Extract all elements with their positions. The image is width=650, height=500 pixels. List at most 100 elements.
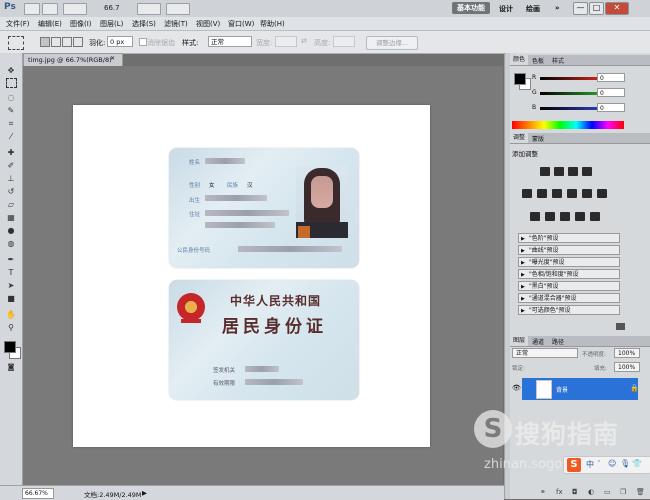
- refine-edge-button[interactable]: 调整边缘...: [366, 36, 418, 50]
- antialias-checkbox[interactable]: [139, 38, 147, 46]
- gradient-tool-icon[interactable]: ▦: [5, 212, 17, 223]
- workspace-more-icon[interactable]: »: [555, 4, 560, 12]
- vibrance-icon[interactable]: [522, 189, 532, 198]
- layer-row-background[interactable]: 背景 🔒: [522, 378, 639, 400]
- green-value[interactable]: 0: [597, 88, 625, 97]
- feather-input[interactable]: 0 px: [107, 36, 133, 47]
- width-input[interactable]: [275, 36, 297, 47]
- menu-filter[interactable]: 滤镜(T): [164, 19, 188, 29]
- red-slider[interactable]: [540, 77, 604, 80]
- workspace-painting-button[interactable]: 绘画: [526, 4, 540, 14]
- minimize-button[interactable]: —: [573, 2, 588, 15]
- marquee-tool-icon[interactable]: [6, 78, 17, 88]
- preset-levels[interactable]: "色阶"预设: [518, 233, 620, 244]
- path-selection-tool-icon[interactable]: ➤: [5, 280, 17, 291]
- menu-window[interactable]: 窗口(W): [228, 19, 254, 29]
- ime-skin-icon[interactable]: 👕: [632, 459, 642, 468]
- restore-button[interactable]: □: [589, 2, 604, 15]
- zoom-tool-icon[interactable]: ⚲: [5, 322, 17, 333]
- blue-value[interactable]: 0: [597, 103, 625, 112]
- preset-black-white[interactable]: "黑白"预设: [518, 281, 620, 292]
- tab-paths[interactable]: 路径: [552, 337, 564, 346]
- opacity-input[interactable]: 100%: [614, 348, 640, 358]
- preset-selective-color[interactable]: "可选颜色"预设: [518, 305, 620, 316]
- blend-mode-select[interactable]: 正常: [512, 348, 578, 358]
- layer-visibility-icon[interactable]: 👁: [512, 384, 521, 392]
- levels-icon[interactable]: [554, 167, 564, 176]
- sogou-ime-icon[interactable]: S: [567, 458, 581, 472]
- exposure-icon[interactable]: [582, 167, 592, 176]
- channel-mixer-icon[interactable]: [597, 189, 607, 198]
- brightness-contrast-icon[interactable]: [540, 167, 550, 176]
- new-adjustment-icon[interactable]: ◐: [588, 488, 594, 496]
- tab-adjustments[interactable]: 调整: [510, 133, 529, 143]
- blue-slider[interactable]: [540, 107, 604, 110]
- new-layer-icon[interactable]: ❐: [620, 488, 626, 496]
- clip-to-layer-icon[interactable]: [616, 323, 625, 330]
- rectangle-tool-icon[interactable]: ■: [5, 293, 17, 304]
- screen-mode-dropdown[interactable]: [166, 3, 190, 15]
- spot-healing-tool-icon[interactable]: ✚: [5, 147, 17, 158]
- tab-styles[interactable]: 样式: [552, 56, 564, 65]
- new-group-icon[interactable]: ▭: [604, 488, 611, 496]
- ime-toolbar[interactable]: S 中 ʾ ☺ 🎙 👕: [563, 456, 650, 474]
- subtract-selection-icon[interactable]: [62, 37, 72, 47]
- move-tool-icon[interactable]: ✥: [5, 65, 17, 76]
- preset-channel-mixer[interactable]: "通道混合器"预设: [518, 293, 620, 304]
- preset-curves[interactable]: "曲线"预设: [518, 245, 620, 256]
- menu-image[interactable]: 图像(I): [70, 19, 92, 29]
- curves-icon[interactable]: [568, 167, 578, 176]
- history-brush-tool-icon[interactable]: ↺: [5, 186, 17, 197]
- eraser-tool-icon[interactable]: ▱: [5, 199, 17, 210]
- pen-tool-icon[interactable]: ✒: [5, 254, 17, 265]
- ime-chinese-mode[interactable]: 中: [586, 459, 594, 470]
- black-white-icon[interactable]: [567, 189, 577, 198]
- menu-file[interactable]: 文件(F): [6, 19, 30, 29]
- photo-filter-icon[interactable]: [582, 189, 592, 198]
- green-slider[interactable]: [540, 92, 604, 95]
- tab-channels[interactable]: 通道: [532, 337, 544, 346]
- zoom-level-dropdown[interactable]: 66.7: [104, 4, 120, 12]
- menu-view[interactable]: 视图(V): [196, 19, 220, 29]
- eyedropper-tool-icon[interactable]: ⁄: [5, 131, 17, 142]
- height-input[interactable]: [333, 36, 355, 47]
- tab-masks[interactable]: 蒙版: [532, 134, 544, 143]
- menu-edit[interactable]: 编辑(E): [38, 19, 62, 29]
- crop-tool-icon[interactable]: ⌗: [5, 118, 17, 129]
- posterize-icon[interactable]: [545, 212, 555, 221]
- clone-stamp-tool-icon[interactable]: ⊥: [5, 173, 17, 184]
- tab-swatches[interactable]: 色板: [532, 56, 544, 65]
- preset-hue-saturation[interactable]: "色相/饱和度"预设: [518, 269, 620, 280]
- tab-color[interactable]: 颜色: [510, 55, 529, 65]
- quick-selection-tool-icon[interactable]: ✎: [5, 105, 17, 116]
- view-extras-dropdown[interactable]: [63, 3, 87, 15]
- hue-saturation-icon[interactable]: [537, 189, 547, 198]
- minibridge-button[interactable]: [42, 3, 58, 15]
- type-tool-icon[interactable]: T: [5, 267, 17, 278]
- link-layers-icon[interactable]: ⚭: [540, 488, 546, 496]
- tab-layers[interactable]: 图层: [510, 336, 529, 346]
- gradient-map-icon[interactable]: [575, 212, 585, 221]
- workspace-essentials-button[interactable]: 基本功能: [452, 2, 490, 14]
- close-document-icon[interactable]: ✕: [110, 55, 115, 62]
- new-selection-icon[interactable]: [40, 37, 50, 47]
- status-zoom-input[interactable]: 66.67%: [22, 488, 54, 499]
- intersect-selection-icon[interactable]: [73, 37, 83, 47]
- hand-tool-icon[interactable]: ✋: [5, 309, 17, 320]
- lasso-tool-icon[interactable]: ◌: [5, 92, 17, 103]
- delete-layer-icon[interactable]: 🗑: [636, 488, 645, 496]
- brush-tool-icon[interactable]: ✐: [5, 160, 17, 171]
- menu-help[interactable]: 帮助(H): [260, 19, 285, 29]
- menu-select[interactable]: 选择(S): [132, 19, 156, 29]
- workspace-design-button[interactable]: 设计: [499, 4, 513, 14]
- add-selection-icon[interactable]: [51, 37, 61, 47]
- ime-punctuation-icon[interactable]: ʾ: [598, 459, 600, 468]
- marquee-tool-preset-icon[interactable]: [8, 36, 24, 50]
- ime-emoji-icon[interactable]: ☺: [608, 459, 616, 468]
- document-tab[interactable]: timg.jpg @ 66.7%(RGB/8): [23, 53, 123, 66]
- layer-style-icon[interactable]: fx: [556, 488, 563, 496]
- ime-voice-icon[interactable]: 🎙: [620, 459, 630, 468]
- selective-color-icon[interactable]: [590, 212, 600, 221]
- quick-mask-icon[interactable]: ◙: [5, 362, 17, 373]
- color-balance-icon[interactable]: [552, 189, 562, 198]
